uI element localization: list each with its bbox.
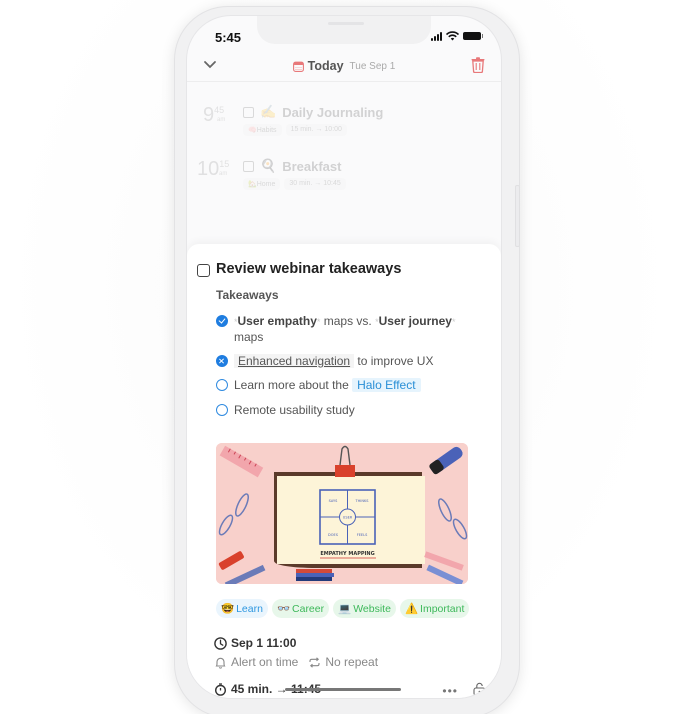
phone-screen: 5:45 Today Tue Sep 1 945 am ✍️ Daily Jou… bbox=[187, 16, 501, 698]
task-title: ✍️ Daily Journaling bbox=[243, 104, 383, 120]
quadrant-feels: FEELS bbox=[357, 533, 368, 537]
stopwatch-icon bbox=[214, 682, 227, 696]
top-bar: Today Tue Sep 1 bbox=[187, 52, 501, 82]
task-complete-checkbox[interactable] bbox=[197, 264, 210, 277]
home-indicator[interactable] bbox=[285, 688, 401, 691]
highlighted-text: Halo Effect bbox=[352, 378, 421, 392]
battery-icon bbox=[463, 32, 483, 40]
calendar-icon bbox=[292, 61, 304, 72]
task-checkbox[interactable] bbox=[243, 160, 254, 172]
header-date: Tue Sep 1 bbox=[349, 60, 396, 72]
checklist-item-text: *User empathy* maps vs. *User journey* m… bbox=[234, 314, 456, 344]
repeat-setting[interactable]: No repeat bbox=[325, 655, 378, 669]
task-detail-sheet: Review webinar takeaways Takeaways *User… bbox=[187, 244, 501, 698]
notch bbox=[257, 16, 431, 44]
task-time: 945 am bbox=[203, 104, 226, 126]
checklist-item-text: Remote usability study bbox=[234, 403, 355, 417]
notes-heading: Takeaways bbox=[216, 288, 279, 302]
task-checkbox[interactable] bbox=[243, 106, 254, 118]
tag-website[interactable]: 💻 Website bbox=[333, 599, 396, 618]
tag-career[interactable]: 👓 Career bbox=[271, 599, 330, 618]
tag-important[interactable]: ⚠️ Important bbox=[399, 599, 470, 618]
inline-link[interactable]: Enhanced navigation bbox=[234, 354, 355, 368]
task-datetime[interactable]: Sep 1 11:00 bbox=[214, 636, 296, 650]
checklist-item[interactable]: Remote usability study bbox=[216, 403, 484, 418]
cancelled-circle-icon[interactable] bbox=[216, 355, 228, 367]
header-title: Today Tue Sep 1 bbox=[187, 59, 501, 73]
empty-circle-icon[interactable] bbox=[216, 404, 228, 416]
task-emoji: 🍳 bbox=[260, 158, 277, 173]
trash-icon[interactable] bbox=[471, 57, 485, 73]
tag-learn[interactable]: 🤓 Learn bbox=[216, 599, 268, 618]
quadrant-thinks: THINKS bbox=[355, 499, 370, 503]
task-time: 1015 am bbox=[197, 158, 230, 180]
empty-circle-icon[interactable] bbox=[216, 379, 228, 391]
status-icons bbox=[431, 31, 483, 41]
quadrant-says: SAYS bbox=[329, 499, 339, 503]
header-today-label: Today bbox=[307, 59, 344, 73]
quadrant-user: USER bbox=[343, 516, 353, 520]
task-title: 🍳 Breakfast bbox=[243, 158, 341, 174]
unlock-icon[interactable] bbox=[473, 682, 486, 696]
clock-icon bbox=[214, 636, 227, 650]
checklist-item[interactable]: Learn more about the Halo Effect bbox=[216, 378, 484, 393]
bell-icon bbox=[215, 657, 226, 669]
background-task[interactable]: 945 am ✍️ Daily Journaling 🧠Habits 15 mi… bbox=[187, 100, 501, 144]
task-emoji: ✍️ bbox=[260, 104, 277, 119]
quadrant-does: DOES bbox=[328, 533, 339, 537]
more-options-icon[interactable]: ••• bbox=[442, 684, 458, 698]
tag-list: 🤓 Learn 👓 Career 💻 Website ⚠️ Important bbox=[216, 599, 470, 618]
phone-side-button bbox=[515, 185, 520, 247]
task-title[interactable]: Review webinar takeaways bbox=[216, 261, 401, 277]
background-task[interactable]: 1015 am 🍳 Breakfast 🏡Home 30 min. → 10:4… bbox=[187, 154, 501, 198]
speaker bbox=[328, 22, 364, 25]
checked-circle-icon[interactable] bbox=[216, 315, 228, 327]
illustration-caption: EMPATHY MAPPING bbox=[320, 551, 374, 557]
empathy-mapping-illustration[interactable]: SAYS THINKS DOES FEELS USER EMPATHY MAPP… bbox=[216, 443, 468, 584]
repeat-icon bbox=[309, 656, 320, 668]
alert-setting[interactable]: Alert on time bbox=[231, 655, 298, 669]
checklist-item-text: Enhanced navigation to improve UX bbox=[234, 354, 484, 369]
tag-chip: 🏡Home bbox=[243, 178, 281, 190]
duration-chip: 30 min. → 10:45 bbox=[284, 178, 346, 190]
wifi-icon bbox=[446, 31, 459, 41]
checklist-item[interactable]: *User empathy* maps vs. *User journey* m… bbox=[216, 314, 484, 345]
duration-chip: 15 min. → 10:00 bbox=[285, 124, 347, 136]
task-reminder-row: Alert on time No repeat bbox=[214, 655, 378, 669]
status-time: 5:45 bbox=[215, 30, 242, 45]
illustration-graphic: SAYS THINKS DOES FEELS USER EMPATHY MAPP… bbox=[216, 443, 468, 584]
checklist-item-text: Learn more about the Halo Effect bbox=[234, 378, 484, 393]
signal-icon bbox=[431, 31, 442, 41]
checklist-item[interactable]: Enhanced navigation to improve UX bbox=[216, 354, 484, 369]
tag-chip: 🧠Habits bbox=[243, 124, 282, 136]
